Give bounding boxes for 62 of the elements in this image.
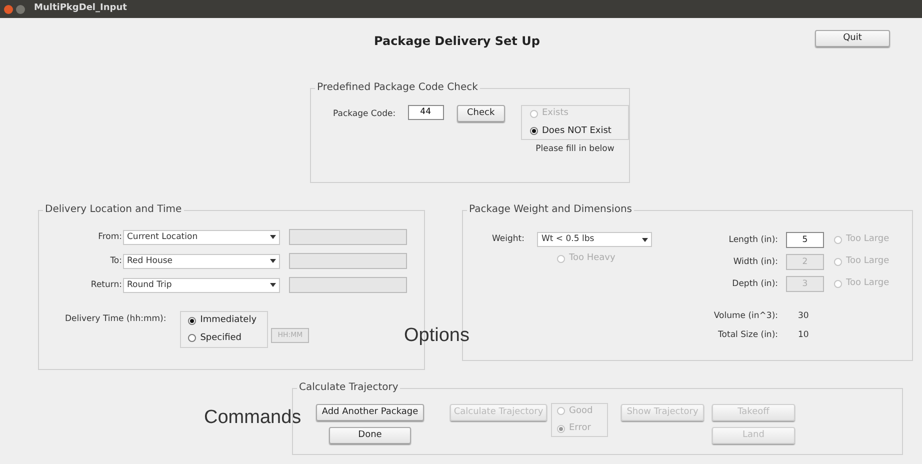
annotation-label: Options — [404, 324, 470, 348]
dropdown-value: Red House — [127, 254, 172, 268]
add-package-button[interactable]: Add Another Package — [316, 404, 424, 421]
result-label: Total Size (in): — [717, 328, 778, 342]
radio-label: Good — [569, 404, 593, 418]
package-code-field[interactable]: 44 — [408, 105, 444, 120]
field-label: Delivery Time (hh:mm): — [65, 313, 166, 326]
dropdown[interactable]: Red House — [123, 254, 280, 268]
hint-text: Please fill in below — [536, 143, 614, 156]
location-field[interactable] — [289, 253, 407, 269]
annotation-label: Commands — [204, 406, 302, 430]
result-value: 10 — [798, 328, 809, 342]
panel-title: Delivery Location and Time — [43, 203, 184, 217]
panel-title: Package Weight and Dimensions — [467, 203, 634, 217]
dropdown-value: Round Trip — [127, 278, 172, 292]
radio-label: Specified — [200, 332, 242, 344]
window-title: MultiPkgDel_Input — [34, 2, 127, 16]
radio-button[interactable] — [557, 407, 565, 416]
dropdown-value: Wt < 0.5 lbs — [541, 233, 594, 246]
radio-label: Immediately — [200, 314, 257, 327]
radio-button[interactable] — [188, 316, 196, 325]
radio-button[interactable] — [188, 334, 196, 342]
dropdown[interactable]: Current Location — [123, 230, 280, 244]
radio-label: Too Large — [846, 255, 890, 268]
caret-icon — [642, 238, 648, 242]
panel-title: Calculate Trajectory — [297, 381, 400, 395]
dropdown[interactable]: Wt < 0.5 lbs — [537, 232, 652, 247]
caret-icon — [270, 259, 276, 263]
radio-button[interactable] — [557, 424, 565, 433]
field-label: From: — [97, 230, 123, 244]
radio-button[interactable] — [530, 127, 538, 136]
radio-button[interactable] — [557, 254, 565, 263]
radio-button[interactable] — [834, 236, 842, 244]
quit-button[interactable]: Quit — [815, 30, 890, 47]
check-button[interactable]: Check — [456, 105, 505, 122]
radio-label: Exists — [542, 107, 568, 120]
dropdown[interactable]: Round Trip — [123, 278, 280, 292]
panel-title: Predefined Package Code Check — [315, 81, 480, 95]
minimize-icon[interactable] — [16, 4, 25, 14]
caret-icon — [270, 235, 276, 239]
radio-label: Too Heavy — [569, 252, 616, 265]
field-label: To: — [109, 254, 123, 268]
radio-label: Too Large — [846, 277, 890, 290]
field-label: Weight: — [492, 233, 524, 246]
field-label: Width (in): — [732, 256, 778, 268]
radio-label: Does NOT Exist — [542, 124, 612, 138]
close-icon[interactable] — [4, 4, 13, 14]
field-label: Package Code: — [333, 108, 396, 121]
done-button[interactable]: Done — [329, 427, 411, 444]
field-label: Return: — [90, 278, 123, 292]
page-heading: Package Delivery Set Up — [374, 33, 540, 50]
location-field[interactable] — [289, 229, 407, 245]
result-value: 30 — [798, 310, 809, 323]
field-label: Length (in): — [728, 234, 778, 246]
caret-icon — [270, 283, 276, 287]
dimension-field[interactable]: 5 — [786, 232, 824, 248]
location-field[interactable] — [289, 277, 407, 293]
radio-label: Too Large — [846, 233, 890, 246]
radio-label: Error — [569, 422, 591, 435]
dropdown-value: Current Location — [127, 230, 198, 244]
result-label: Volume (in^3): — [712, 310, 778, 323]
field-label: Depth (in): — [731, 278, 778, 290]
